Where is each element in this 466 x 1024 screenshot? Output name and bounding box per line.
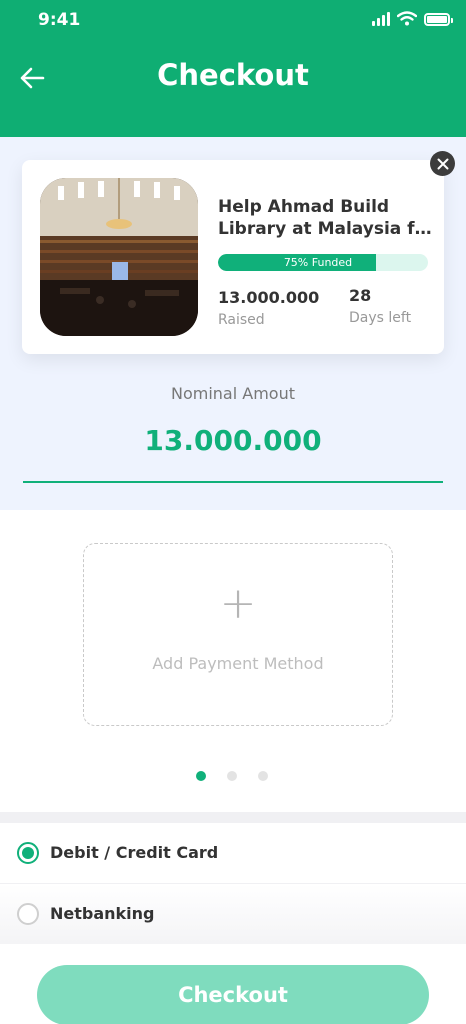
carousel-dot[interactable] xyxy=(227,771,237,781)
battery-icon xyxy=(424,13,453,26)
radio-button[interactable] xyxy=(17,903,39,925)
nominal-amount-input[interactable]: 13.000.000 xyxy=(0,424,466,457)
library-image xyxy=(40,178,198,336)
campaign-title: Help Ahmad Build Library at Malaysia for… xyxy=(218,196,440,240)
carousel-dot[interactable] xyxy=(258,771,268,781)
carousel-dots xyxy=(196,771,268,781)
payment-methods-list: Debit / Credit Card Netbanking xyxy=(0,812,466,944)
app-header: 9:41 Checkout xyxy=(0,0,466,137)
days-left-value: 28 xyxy=(349,286,372,305)
payment-method-label: Debit / Credit Card xyxy=(50,843,219,862)
checkout-button[interactable]: Checkout xyxy=(37,965,429,1024)
add-payment-method-label: Add Payment Method xyxy=(152,654,324,673)
days-left-label: Days left xyxy=(349,310,412,326)
footer: Checkout xyxy=(0,944,466,1024)
raised-value: 13.000.000 xyxy=(218,288,320,307)
raised-label: Raised xyxy=(218,312,265,328)
payment-method-netbanking[interactable]: Netbanking xyxy=(0,884,466,944)
campaign-title-line1: Help Ahmad Build xyxy=(218,197,390,217)
wifi-icon xyxy=(397,11,417,26)
signal-icon xyxy=(372,12,390,26)
close-icon[interactable] xyxy=(430,151,455,176)
funded-label: 75% Funded xyxy=(283,256,353,269)
radio-button[interactable] xyxy=(17,842,39,864)
add-payment-method-button[interactable]: + Add Payment Method xyxy=(83,543,393,726)
payment-method-label: Netbanking xyxy=(50,904,155,923)
status-icons xyxy=(372,11,453,26)
funding-progress-bar: 75% Funded xyxy=(218,254,428,271)
status-time: 9:41 xyxy=(38,10,81,30)
plus-icon: + xyxy=(219,578,257,629)
nominal-label: Nominal Amout xyxy=(171,384,295,403)
payment-method-card[interactable]: Debit / Credit Card xyxy=(0,823,466,883)
page-title: Checkout xyxy=(157,58,309,92)
carousel-dot[interactable] xyxy=(196,771,206,781)
campaign-title-line2: Library at Malaysia for... xyxy=(218,219,440,239)
campaign-card[interactable]: Help Ahmad Build Library at Malaysia for… xyxy=(22,160,444,354)
campaign-section: Help Ahmad Build Library at Malaysia for… xyxy=(0,137,466,510)
nominal-underline xyxy=(23,481,443,483)
